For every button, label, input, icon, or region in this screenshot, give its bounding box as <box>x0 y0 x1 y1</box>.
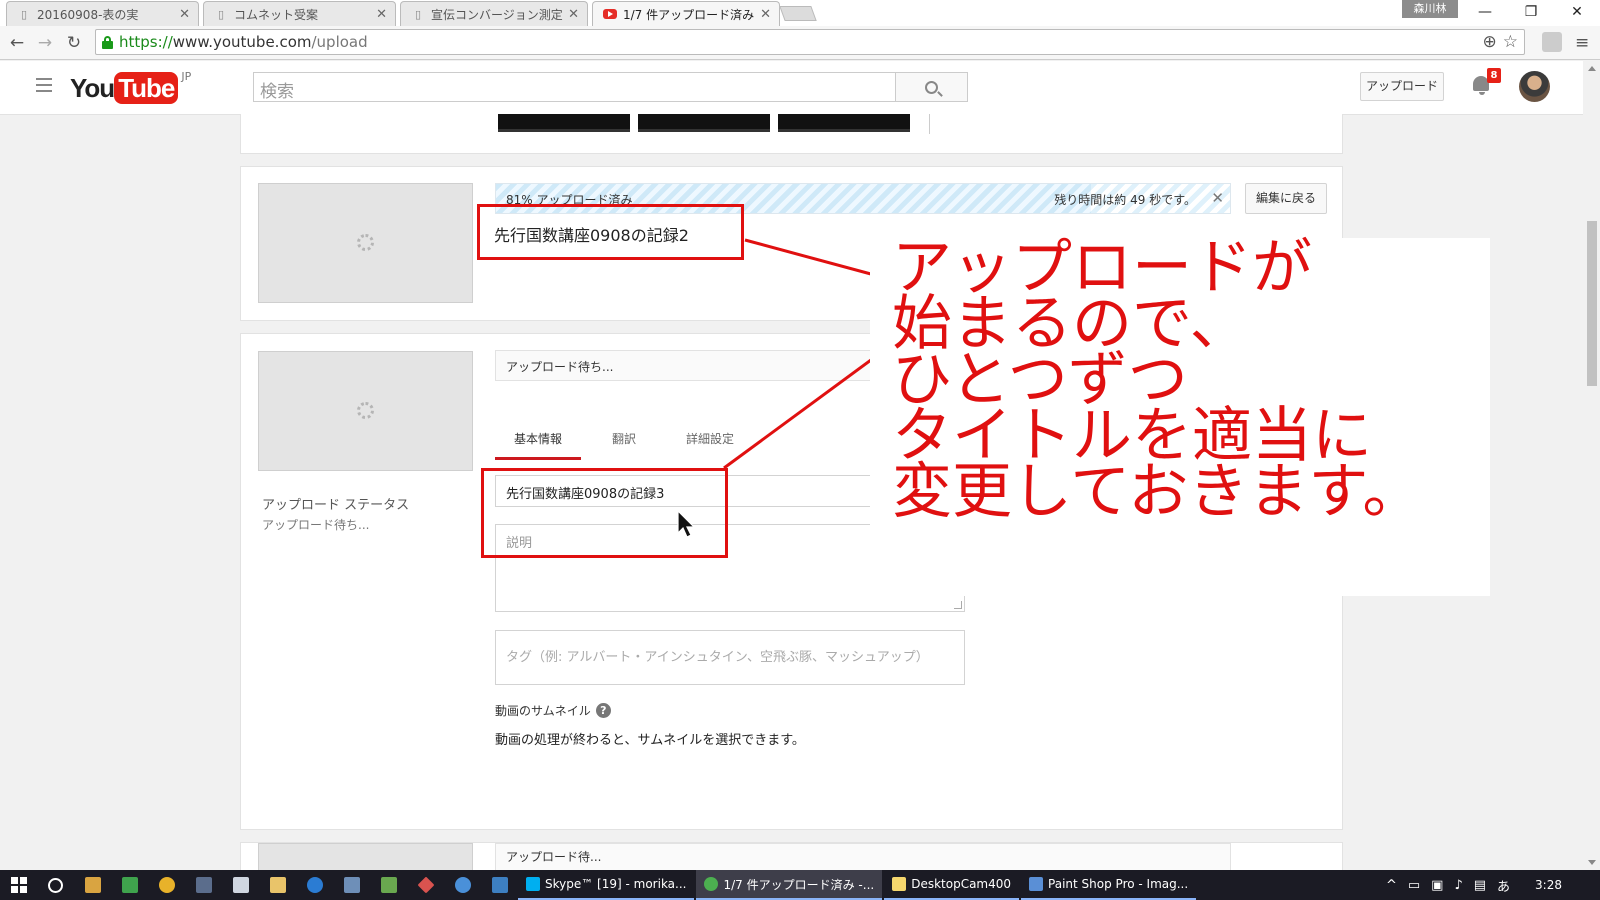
paintshop-icon <box>1029 877 1044 891</box>
network-app-icon[interactable] <box>111 870 148 900</box>
explorer-app-icon[interactable] <box>259 870 296 900</box>
annotation-highlight-box <box>477 204 744 260</box>
action-center-icon[interactable]: ▤ <box>1474 878 1486 893</box>
utility-app-icon[interactable] <box>333 870 370 900</box>
chrome-icon <box>704 877 719 891</box>
system-tray: ^ ▭ ▣ ♪ ▤ あ 3:28 <box>1386 870 1592 900</box>
windows-start-icon[interactable] <box>0 870 37 900</box>
annotation-line: タイトルを適当に <box>892 401 1372 471</box>
chevron-up-icon[interactable]: ^ <box>1386 878 1397 893</box>
mouse-cursor-icon <box>677 510 696 538</box>
annotation-line: ひとつずつ <box>892 345 1188 415</box>
network-icon[interactable]: ▣ <box>1431 878 1443 893</box>
diamond-app-icon[interactable] <box>407 870 444 900</box>
camera-app-icon[interactable] <box>185 870 222 900</box>
battery-icon[interactable]: ▭ <box>1408 878 1420 893</box>
cortana-search-icon[interactable] <box>37 870 74 900</box>
window-app-icon[interactable] <box>222 870 259 900</box>
skype-icon <box>526 877 540 891</box>
desktopcam-icon <box>892 877 907 891</box>
annotation-line: 始まるので、 <box>892 289 1250 359</box>
chrome-app-icon[interactable] <box>148 870 185 900</box>
volume-icon[interactable]: ♪ <box>1454 878 1462 893</box>
edge-app-icon[interactable] <box>296 870 333 900</box>
annotation-line: 変更しておきます。 <box>892 457 1423 527</box>
taskbar-app-chrome[interactable]: 1/7 件アップロード済み -... <box>696 870 883 900</box>
shark-app-icon[interactable] <box>481 870 518 900</box>
clock[interactable]: 3:28 <box>1535 878 1562 892</box>
annotation-callout-text: アップロードが 始まるので、 ひとつずつ タイトルを適当に 変更しておきます。 <box>892 233 1423 527</box>
taskbar-app-desktopcam[interactable]: DesktopCam400 <box>884 870 1020 900</box>
taskbar-app-skype[interactable]: Skype™ [19] - morika... <box>518 870 695 900</box>
annotation-line: アップロードが <box>892 233 1312 303</box>
globe-app-icon[interactable] <box>444 870 481 900</box>
notes-app-icon[interactable] <box>370 870 407 900</box>
taskbar-app-paintshop[interactable]: Paint Shop Pro - Imag... <box>1021 870 1197 900</box>
notepad-app-icon[interactable] <box>74 870 111 900</box>
ime-indicator[interactable]: あ <box>1497 876 1510 895</box>
windows-taskbar: Skype™ [19] - morika... 1/7 件アップロード済み -.… <box>0 870 1600 900</box>
